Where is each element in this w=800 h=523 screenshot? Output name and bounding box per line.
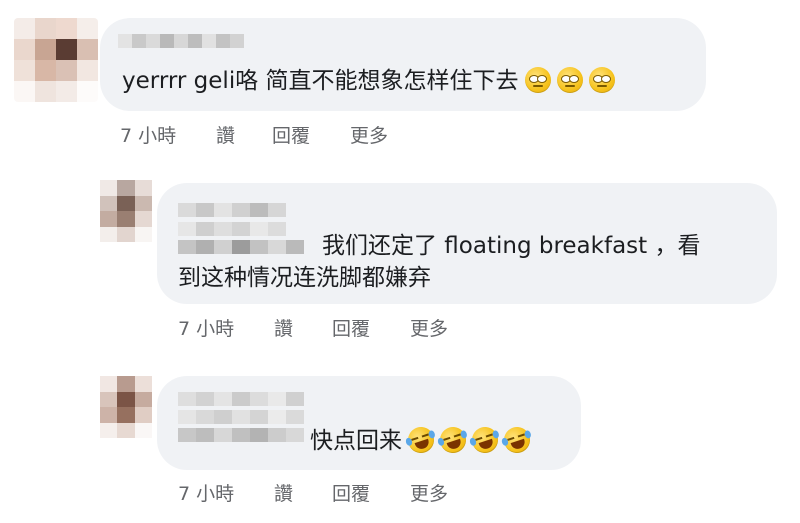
- rolling-laughing-icon: [436, 423, 470, 457]
- roll-eyes-icon: [588, 67, 615, 93]
- reply-button[interactable]: 回覆: [272, 121, 350, 148]
- reply-button[interactable]: 回覆: [332, 479, 410, 506]
- like-button[interactable]: 讚: [274, 314, 332, 341]
- redacted-username[interactable]: [178, 428, 304, 442]
- more-button[interactable]: 更多: [410, 314, 448, 341]
- comment-text: 快点回来: [310, 423, 534, 457]
- comment-text-body: 快点回来: [310, 428, 402, 454]
- rolling-laughing-icon: [404, 423, 438, 457]
- reply-button[interactable]: 回覆: [332, 314, 410, 341]
- more-button[interactable]: 更多: [350, 121, 388, 148]
- comment-text-body: yerrrr geli咯 简直不能想象怎样住下去: [122, 68, 519, 94]
- avatar[interactable]: [100, 180, 152, 242]
- like-button[interactable]: 讚: [274, 479, 332, 506]
- redacted-username[interactable]: [178, 240, 304, 254]
- avatar[interactable]: [14, 18, 98, 102]
- avatar[interactable]: [100, 376, 152, 438]
- roll-eyes-icon: [524, 67, 551, 93]
- comment-actions: 7 小時 讚 回覆 更多: [178, 314, 448, 341]
- roll-eyes-icon: [556, 67, 583, 93]
- rolling-laughing-icon: [468, 423, 502, 457]
- timestamp-link[interactable]: 7 小時: [178, 479, 274, 506]
- comment-text-line: 到这种情况连洗脚都嫌弃: [178, 265, 431, 291]
- comment-text-line: 我们还定了 floating breakfast ，看: [322, 233, 701, 259]
- comment-actions: 7 小時 讚 回覆 更多: [178, 479, 448, 506]
- more-button[interactable]: 更多: [410, 479, 448, 506]
- redacted-username[interactable]: [118, 34, 244, 48]
- rolling-laughing-icon: [500, 423, 534, 457]
- timestamp-link[interactable]: 7 小時: [178, 314, 274, 341]
- like-button[interactable]: 讚: [216, 121, 272, 148]
- redacted-username[interactable]: [178, 203, 286, 217]
- redacted-username[interactable]: [178, 222, 286, 236]
- redacted-username[interactable]: [178, 392, 304, 406]
- timestamp-link[interactable]: 7 小時: [120, 121, 216, 148]
- redacted-username[interactable]: [178, 410, 304, 424]
- comment-actions: 7 小時 讚 回覆 更多: [120, 121, 388, 148]
- comment-text: yerrrr geli咯 简直不能想象怎样住下去: [122, 65, 615, 97]
